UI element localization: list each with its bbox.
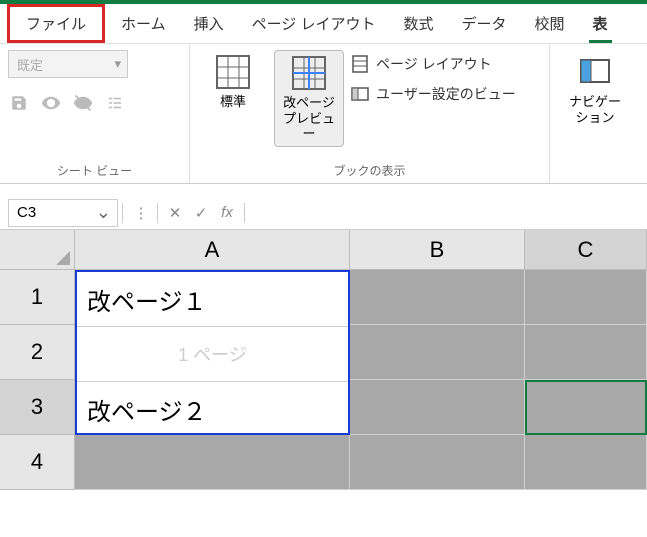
sheetview-combo[interactable]: 既定 [8,50,128,78]
page-layout-icon [350,54,370,74]
eye-show-icon [40,92,62,114]
view-pagebreak-label: 改ページプレビュー [279,95,339,142]
tab-view[interactable]: 表 [579,5,622,42]
select-all-corner[interactable] [0,230,75,270]
row-head-3[interactable]: 3 [0,380,75,435]
navigation-button[interactable]: ナビゲーション [560,50,630,129]
tab-insert[interactable]: 挿入 [180,5,238,42]
cancel-icon[interactable]: ✕ [162,200,188,226]
cell[interactable] [75,435,350,490]
cell[interactable] [525,435,647,490]
name-box[interactable]: C3 [8,199,118,227]
print-area: 改ページ１ 1 ページ 改ページ２ [75,270,350,435]
view-pagebreak-button[interactable]: 改ページプレビュー [274,50,344,147]
tab-page-layout[interactable]: ページ レイアウト [238,5,390,42]
grid-normal-icon [215,54,251,90]
cell[interactable] [350,435,525,490]
row-head-4[interactable]: 4 [0,435,75,490]
group-label-sheetview: シート ビュー [8,158,181,181]
col-head-b[interactable]: B [350,230,525,270]
cell[interactable] [350,380,525,435]
cell[interactable] [525,325,647,380]
ribbon: 既定 シート ビュー 標準 改ページプレビュー [0,44,647,184]
col-head-c[interactable]: C [525,230,647,270]
active-cell-cursor [525,380,647,435]
ribbon-tabs: ファイル ホーム 挿入 ページ レイアウト 数式 データ 校閲 表 [0,4,647,44]
tab-home[interactable]: ホーム [107,5,180,42]
cell[interactable] [350,325,525,380]
enter-icon[interactable]: ✓ [188,200,214,226]
tab-review[interactable]: 校閲 [521,5,579,42]
page-watermark: 1 ページ [77,327,348,382]
eye-hide-icon [72,92,94,114]
view-normal-label: 標準 [220,94,246,110]
group-label-workbookviews: ブックの表示 [198,158,541,181]
more-icon[interactable]: ⋮ [127,200,153,226]
grid-pagebreak-icon [291,55,327,91]
custom-view-icon [350,84,370,104]
view-normal-button[interactable]: 標準 [198,50,268,114]
cell[interactable] [350,270,525,325]
cell-a1[interactable]: 改ページ１ [77,272,348,327]
navigation-icon [577,54,613,90]
row-head-1[interactable]: 1 [0,270,75,325]
navigation-label: ナビゲーション [569,94,621,125]
save-view-icon [8,92,30,114]
tab-file[interactable]: ファイル [7,4,105,43]
tab-formulas[interactable]: 数式 [389,5,447,42]
view-pagelayout-button[interactable]: ページ レイアウト [350,54,516,74]
view-custom-button[interactable]: ユーザー設定のビュー [350,84,516,104]
col-head-a[interactable]: A [75,230,350,270]
row-head-2[interactable]: 2 [0,325,75,380]
cell-a3[interactable]: 改ページ２ [77,382,348,437]
formula-bar: C3 ⋮ ✕ ✓ fx [0,196,647,230]
cell[interactable] [525,270,647,325]
options-icon [104,92,126,114]
tab-data[interactable]: データ [447,5,520,42]
fx-icon[interactable]: fx [214,200,240,226]
